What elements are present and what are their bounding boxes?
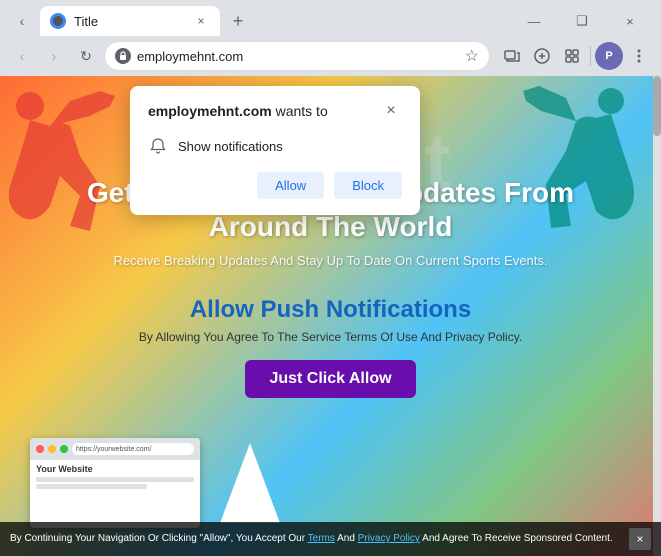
tab-title-label: Title [74,14,184,29]
popup-close-button[interactable]: × [380,100,402,122]
push-subtitle: By Allowing You Agree To The Service Ter… [0,330,661,344]
new-tab-button[interactable]: + [224,7,252,35]
bookmark-star-icon[interactable]: ☆ [465,46,479,66]
push-title: Allow Push Notifications [0,296,661,324]
preview-card-body: Your Website [30,460,200,495]
scrollbar-thumb[interactable] [653,76,661,136]
preview-content-line [36,477,194,482]
tab-favicon-icon [50,13,66,29]
block-button[interactable]: Block [334,172,402,199]
popup-title: employmehnt.com wants to [148,102,328,122]
popup-title-suffix: wants to [272,103,328,119]
popup-site-name: employmehnt.com [148,103,272,119]
terms-link[interactable]: Terms [308,533,335,544]
tab-bar: ‹ Title × + — ❑ × [0,0,661,36]
omnibox-bar: ‹ › ↻ employmehnt.com ☆ [0,36,661,76]
footer-close-button[interactable]: × [629,528,651,550]
extension-puzzle-icon[interactable] [528,42,556,70]
browser-frame: ‹ Title × + — ❑ × ‹ › ↻ employmehnt. [0,0,661,556]
extensions-icon[interactable] [558,42,586,70]
menu-button[interactable] [625,42,653,70]
allow-button[interactable]: Allow [257,172,324,199]
preview-site-label: Your Website [36,464,194,474]
popup-action-buttons: Allow Block [148,172,402,199]
browser-preview-card: https://yourwebsite.com/ Your Website [30,438,200,528]
popup-permission-row: Show notifications [148,136,402,156]
preview-url-bar: https://yourwebsite.com/ [72,443,194,455]
red-dot-icon [36,445,44,453]
yellow-dot-icon [48,445,56,453]
page-content: egrunt Get The Latest Sports Upd [0,76,661,556]
scrollbar-track[interactable] [653,76,661,556]
footer-consent-text: By Continuing Your Navigation Or Clickin… [10,532,629,546]
secure-icon [115,48,131,64]
url-display: employmehnt.com [137,49,459,64]
window-close-button[interactable]: × [607,6,653,36]
back-button[interactable]: ‹ [8,42,36,70]
tab-list-back-button[interactable]: ‹ [8,7,36,35]
window-restore-button[interactable]: ❑ [559,6,605,36]
preview-url-text: https://yourwebsite.com/ [76,446,151,453]
privacy-link[interactable]: Privacy Policy [358,533,420,544]
cast-icon[interactable] [498,42,526,70]
window-minimize-button[interactable]: — [511,6,557,36]
active-tab[interactable]: Title × [40,6,220,36]
tab-close-button[interactable]: × [192,12,210,30]
footer-text-mid: And [335,533,358,544]
bell-icon [148,136,168,156]
footer-text-end: And Agree To Receive Sponsored Content. [420,533,613,544]
footer-consent-bar: By Continuing Your Navigation Or Clickin… [0,522,661,556]
green-dot-icon [60,445,68,453]
notification-permission-popup: employmehnt.com wants to × Show notifica… [130,86,420,215]
hero-subtitle: Receive Breaking Updates And Stay Up To … [40,253,621,268]
footer-text-main: By Continuing Your Navigation Or Clickin… [10,533,308,544]
preview-content-line-2 [36,484,147,489]
arrow-container [220,438,280,528]
arrow-icon [220,443,280,523]
forward-button[interactable]: › [40,42,68,70]
preview-card-header: https://yourwebsite.com/ [30,438,200,460]
permission-label: Show notifications [178,139,283,154]
push-notifications-section: Allow Push Notifications By Allowing You… [0,296,661,398]
profile-button[interactable]: P [595,42,623,70]
toolbar-icons: P [498,42,653,70]
preview-strip: https://yourwebsite.com/ Your Website [30,438,280,528]
popup-header: employmehnt.com wants to × [148,102,402,122]
omnibox[interactable]: employmehnt.com ☆ [104,41,490,71]
refresh-button[interactable]: ↻ [72,42,100,70]
toolbar-divider [590,46,591,66]
just-click-allow-button[interactable]: Just Click Allow [245,360,415,398]
window-controls: — ❑ × [511,6,653,36]
